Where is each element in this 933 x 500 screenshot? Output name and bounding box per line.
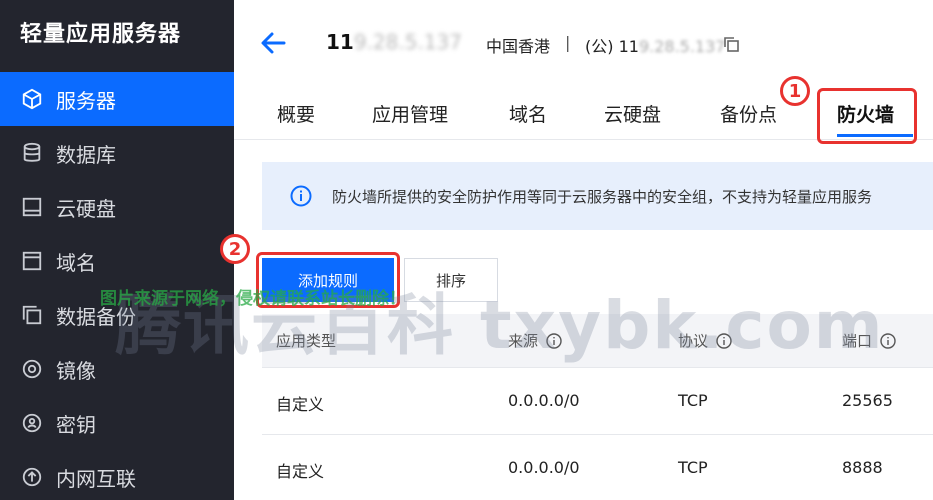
tab-overview[interactable]: 概要 (277, 100, 315, 127)
info-banner-text: 防火墙所提供的安全防护作用等同于云服务器中的安全组，不支持为轻量应用服务 (332, 187, 873, 206)
sidebar-item-label: 镜像 (56, 358, 96, 383)
cell-app-type: 自定义 (276, 395, 325, 414)
image-icon (20, 357, 44, 381)
public-ip-blurred: 9.28.5.137 (638, 37, 726, 56)
cell-port: 8888 (842, 458, 883, 477)
annotation-box-firewall (817, 88, 917, 144)
column-header-protocol: 协议 (678, 330, 732, 351)
header-separator: | (565, 33, 571, 52)
domain-icon (20, 249, 44, 273)
sidebar-item-label: 数据库 (56, 142, 116, 167)
column-header-label: 应用类型 (276, 332, 337, 350)
table-row: 自定义 0.0.0.0/0 TCP 8888 (262, 436, 933, 500)
server-region: 中国香港 (486, 37, 551, 56)
table-header: 应用类型 来源 协议 端口 (262, 314, 933, 368)
sidebar: 轻量应用服务器 服务器 数据库 云硬盘 域名 数据备份 镜像 密钥 内网互联 (0, 0, 234, 500)
info-icon[interactable] (546, 332, 562, 349)
sidebar-item-server[interactable]: 服务器 (0, 72, 234, 126)
sidebar-item-key[interactable]: 密钥 (0, 396, 234, 450)
copy-icon[interactable] (723, 36, 739, 52)
public-ip-prefix: (公) 11 (585, 37, 639, 56)
column-header-source: 来源 (508, 330, 562, 351)
sidebar-title: 轻量应用服务器 (20, 22, 182, 47)
tab-cloud-disk[interactable]: 云硬盘 (604, 100, 661, 127)
annotation-number-1: 1 (780, 76, 810, 106)
sidebar-item-network[interactable]: 内网互联 (0, 450, 234, 500)
column-header-port: 端口 (842, 330, 896, 351)
cell-source: 0.0.0.0/0 (508, 391, 580, 410)
tab-domain[interactable]: 域名 (509, 100, 547, 127)
info-banner: 防火墙所提供的安全防护作用等同于云服务器中的安全组，不支持为轻量应用服务 (262, 162, 933, 230)
cell-port: 25565 (842, 391, 893, 410)
tab-backup-point[interactable]: 备份点 (720, 100, 777, 127)
column-header-label: 协议 (678, 332, 709, 350)
cell-app-type: 自定义 (276, 462, 325, 481)
page-header: 119.28.5.137 中国香港 | (公) 119.28.5.137 (234, 0, 933, 82)
sidebar-item-label: 域名 (56, 250, 96, 275)
key-icon (20, 411, 44, 435)
sidebar-item-label: 内网互联 (56, 466, 136, 491)
cell-protocol: TCP (678, 391, 708, 410)
public-ip: (公) 119.28.5.137 (585, 33, 725, 57)
cube-icon (20, 87, 44, 111)
server-id-blurred: 9.28.5.137 (353, 30, 462, 54)
column-header-app-type: 应用类型 (276, 330, 336, 351)
sidebar-item-label: 云硬盘 (56, 196, 116, 221)
server-id: 119.28.5.137 (326, 30, 462, 54)
sidebar-item-database[interactable]: 数据库 (0, 126, 234, 180)
cell-protocol: TCP (678, 458, 708, 477)
sort-button[interactable]: 排序 (404, 258, 498, 302)
column-header-label: 来源 (508, 332, 539, 350)
cell-source: 0.0.0.0/0 (508, 458, 580, 477)
main-content: 119.28.5.137 中国香港 | (公) 119.28.5.137 概要 … (220, 0, 933, 500)
back-arrow-icon[interactable] (258, 28, 288, 58)
annotation-number-2: 2 (220, 234, 250, 264)
table-row: 自定义 0.0.0.0/0 TCP 25565 (262, 369, 933, 435)
sidebar-item-label: 服务器 (56, 88, 116, 113)
sidebar-item-label: 密钥 (56, 412, 96, 437)
tab-app-management[interactable]: 应用管理 (372, 100, 448, 127)
info-icon[interactable] (880, 332, 896, 349)
info-icon[interactable] (716, 332, 732, 349)
sidebar-item-image[interactable]: 镜像 (0, 342, 234, 396)
sidebar-item-disk[interactable]: 云硬盘 (0, 180, 234, 234)
backup-icon (20, 303, 44, 327)
disk-icon (20, 195, 44, 219)
column-header-label: 端口 (842, 332, 873, 350)
database-icon (20, 141, 44, 165)
network-icon (20, 465, 44, 489)
annotation-box-add-rule (256, 252, 400, 308)
app-window: 轻量应用服务器 服务器 数据库 云硬盘 域名 数据备份 镜像 密钥 内网互联 1… (0, 0, 933, 500)
info-icon (290, 185, 312, 207)
firewall-rules-table: 应用类型 来源 协议 端口 自定义 0.0.0.0/0 TCP 25565 自定… (262, 314, 933, 500)
sidebar-item-label: 数据备份 (56, 304, 136, 329)
server-id-prefix: 11 (326, 30, 354, 54)
sidebar-item-backup[interactable]: 数据备份 (0, 288, 234, 342)
sidebar-item-domain[interactable]: 域名 (0, 234, 234, 288)
